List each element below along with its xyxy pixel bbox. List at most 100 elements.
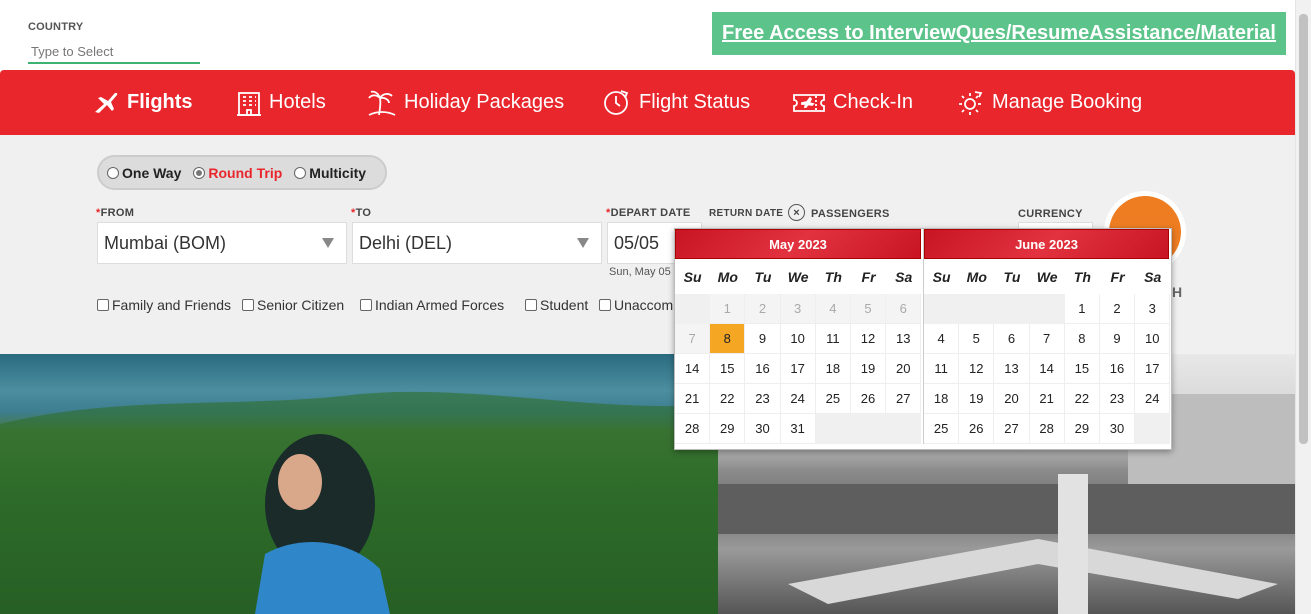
ticket-plane-icon — [793, 93, 825, 112]
calendar-day[interactable]: 21 — [1029, 384, 1065, 414]
calendar-day[interactable]: 26 — [959, 414, 995, 444]
calendar-day[interactable]: 15 — [710, 354, 746, 384]
calendar-day[interactable]: 30 — [745, 414, 781, 444]
checkbox[interactable] — [599, 299, 611, 311]
calendar-day[interactable]: 28 — [675, 414, 711, 444]
calendar-day[interactable]: 15 — [1064, 354, 1100, 384]
calendar-day[interactable]: 18 — [815, 354, 851, 384]
checkbox-unaccompanied[interactable]: Unaccom — [599, 297, 673, 313]
country-input[interactable] — [28, 40, 200, 64]
calendar-day[interactable]: 1 — [1064, 294, 1100, 324]
calendar-day[interactable]: 14 — [675, 354, 711, 384]
calendar-day[interactable]: 17 — [1135, 354, 1171, 384]
radio-round-trip[interactable]: Round Trip — [193, 165, 282, 181]
calendar-day: 1 — [710, 294, 746, 324]
promo-link[interactable]: Free Access to InterviewQues/ResumeAssis… — [722, 22, 1276, 45]
calendar-day[interactable]: 12 — [959, 354, 995, 384]
calendar-day[interactable]: 21 — [675, 384, 711, 414]
calendar-day[interactable]: 9 — [745, 324, 781, 354]
checkbox[interactable] — [360, 299, 372, 311]
calendar-day[interactable]: 10 — [780, 324, 816, 354]
calendar-day[interactable]: 14 — [1029, 354, 1065, 384]
calendar-day[interactable]: 19 — [850, 354, 887, 384]
calendar-day[interactable]: 10 — [1135, 324, 1171, 354]
nav-holiday-packages[interactable]: Holiday Packages — [367, 70, 564, 135]
nav-manage-booking[interactable]: Manage Booking — [955, 70, 1142, 135]
calendar-day[interactable]: 16 — [1099, 354, 1136, 384]
calendar-day[interactable]: 27 — [886, 384, 922, 414]
return-date-label: RETURN DATE — [709, 208, 784, 219]
calendar-day[interactable]: 20 — [994, 384, 1030, 414]
radio-button[interactable] — [107, 166, 119, 179]
checkbox-senior-citizen[interactable]: Senior Citizen — [242, 297, 344, 313]
checkbox-student[interactable]: Student — [525, 297, 588, 313]
nav-label: Check-In — [833, 91, 914, 113]
calendar-day[interactable]: 24 — [1135, 384, 1171, 414]
calendar-day[interactable]: 2 — [1099, 294, 1136, 324]
calendar-day[interactable]: 8 — [710, 324, 746, 354]
calendar-day[interactable]: 31 — [780, 414, 816, 444]
nav-flight-status[interactable]: Flight Status — [602, 70, 750, 135]
weekday-label: Su — [932, 268, 951, 285]
calendar-day[interactable]: 29 — [1064, 414, 1100, 444]
calendar-day[interactable]: 28 — [1029, 414, 1065, 444]
calendar-day[interactable]: 3 — [1135, 294, 1171, 324]
checkbox-family-friends[interactable]: Family and Friends — [97, 297, 231, 313]
scrollbar-thumb[interactable] — [1299, 14, 1308, 444]
calendar-day[interactable]: 9 — [1099, 324, 1136, 354]
calendar-day[interactable]: 23 — [1099, 384, 1136, 414]
main-nav: Flights Hotels Holiday Packages Flight S… — [0, 70, 1295, 135]
month-title: June 2023 — [924, 229, 1169, 259]
calendar-day[interactable]: 5 — [959, 324, 995, 354]
calendar-day[interactable]: 17 — [780, 354, 816, 384]
calendar-day[interactable]: 4 — [924, 324, 960, 354]
calendar-day[interactable]: 19 — [959, 384, 995, 414]
to-label: *TO — [351, 207, 372, 219]
calendar-day[interactable]: 27 — [994, 414, 1030, 444]
calendar-blank-cell — [1135, 414, 1171, 444]
checkbox[interactable] — [97, 299, 109, 311]
checkbox[interactable] — [242, 299, 254, 311]
calendar-day[interactable]: 20 — [886, 354, 922, 384]
calendar-day[interactable]: 11 — [924, 354, 960, 384]
nav-check-in[interactable]: Check-In — [792, 70, 913, 135]
nav-flights[interactable]: Flights — [92, 70, 193, 135]
gear-plane-icon — [959, 90, 983, 115]
radio-multicity[interactable]: Multicity — [294, 165, 366, 181]
calendar-day[interactable]: 8 — [1064, 324, 1100, 354]
calendar-day[interactable]: 29 — [710, 414, 746, 444]
from-select[interactable]: Mumbai (BOM) — [97, 222, 347, 264]
calendar-day[interactable]: 16 — [745, 354, 781, 384]
currency-label: CURRENCY — [1018, 208, 1083, 220]
calendar-day: 2 — [745, 294, 781, 324]
calendar-day[interactable]: 26 — [850, 384, 887, 414]
calendar-day[interactable]: 6 — [994, 324, 1030, 354]
calendar-day[interactable]: 22 — [1064, 384, 1100, 414]
calendar-day[interactable]: 13 — [994, 354, 1030, 384]
hero-image-traveler — [0, 354, 718, 614]
radio-button[interactable] — [193, 166, 206, 179]
calendar-day[interactable]: 23 — [745, 384, 781, 414]
calendar-day[interactable]: 25 — [924, 414, 960, 444]
calendar-day[interactable]: 25 — [815, 384, 851, 414]
weekday-label: Th — [1073, 268, 1091, 285]
calendar-day[interactable]: 11 — [815, 324, 851, 354]
radio-one-way[interactable]: One Way — [107, 165, 181, 181]
trip-type-selector: One Way Round Trip Multicity — [97, 155, 387, 190]
calendar-day[interactable]: 7 — [1029, 324, 1065, 354]
to-select[interactable]: Delhi (DEL) — [352, 222, 602, 264]
nav-hotels[interactable]: Hotels — [236, 70, 326, 135]
calendar-day[interactable]: 22 — [710, 384, 746, 414]
calendar-day[interactable]: 12 — [850, 324, 887, 354]
calendar-day[interactable]: 24 — [780, 384, 816, 414]
calendar-day[interactable]: 18 — [924, 384, 960, 414]
radio-button[interactable] — [294, 166, 307, 179]
calendar-blank-cell — [815, 414, 851, 444]
checkbox[interactable] — [525, 299, 537, 311]
calendar-day[interactable]: 13 — [886, 324, 922, 354]
promo-banner: Free Access to InterviewQues/ResumeAssis… — [712, 12, 1286, 55]
checkbox-armed-forces[interactable]: Indian Armed Forces — [360, 297, 504, 313]
page-scrollbar[interactable] — [1295, 0, 1311, 614]
calendar-day[interactable]: 30 — [1099, 414, 1136, 444]
close-icon[interactable]: × — [788, 204, 805, 221]
